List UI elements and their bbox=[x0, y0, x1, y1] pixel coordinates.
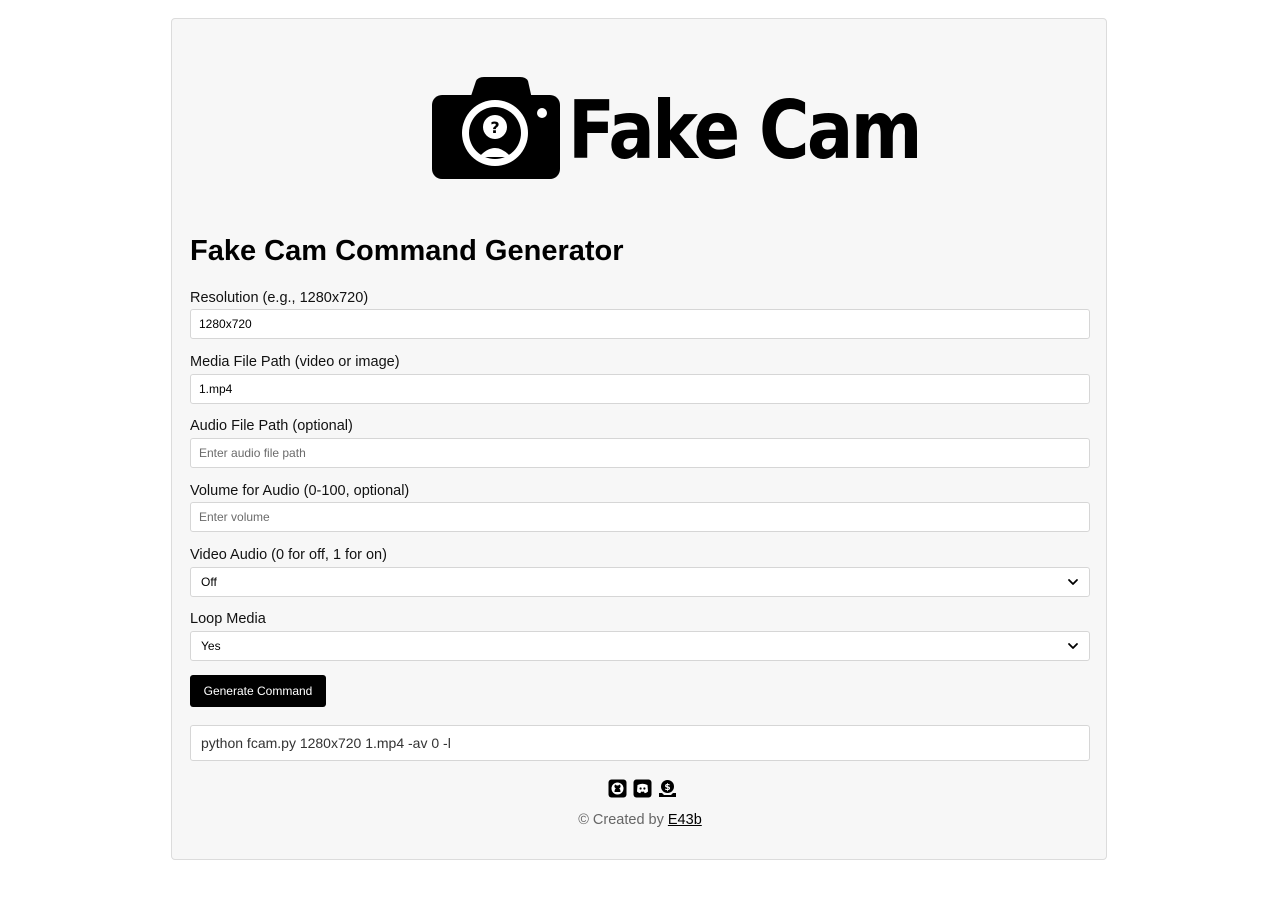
main-card: ? Fake Cam Fake Cam Command Generator Re… bbox=[171, 18, 1107, 860]
logo-text: Fake Cam bbox=[568, 84, 922, 177]
video-audio-select[interactable]: Off bbox=[190, 567, 1090, 597]
audio-path-label: Audio File Path (optional) bbox=[190, 418, 353, 434]
media-path-label: Media File Path (video or image) bbox=[190, 354, 400, 370]
github-icon[interactable] bbox=[608, 779, 627, 798]
generate-command-button[interactable]: Generate Command bbox=[190, 675, 326, 707]
social-links: $ bbox=[608, 779, 677, 799]
volume-input[interactable] bbox=[190, 502, 1090, 532]
resolution-label: Resolution (e.g., 1280x720) bbox=[190, 290, 369, 306]
resolution-input[interactable] bbox=[190, 309, 1090, 339]
svg-text:$: $ bbox=[664, 783, 670, 793]
media-path-input[interactable] bbox=[190, 374, 1090, 404]
volume-label: Volume for Audio (0-100, optional) bbox=[190, 483, 410, 499]
footer: © Created by E43b bbox=[172, 810, 1108, 830]
discord-icon[interactable] bbox=[633, 779, 652, 798]
camera-icon: ? bbox=[432, 77, 560, 179]
author-link[interactable]: E43b bbox=[668, 812, 702, 828]
chevron-down-icon bbox=[1068, 579, 1078, 585]
svg-text:?: ? bbox=[490, 118, 499, 137]
page-title: Fake Cam Command Generator bbox=[190, 235, 624, 267]
chevron-down-icon bbox=[1068, 643, 1078, 649]
loop-media-selected: Yes bbox=[201, 639, 221, 653]
created-by-text: © Created by bbox=[578, 812, 664, 828]
donate-icon[interactable]: $ bbox=[658, 779, 677, 798]
video-audio-label: Video Audio (0 for off, 1 for on) bbox=[190, 547, 387, 563]
loop-media-select[interactable]: Yes bbox=[190, 631, 1090, 661]
command-output[interactable]: python fcam.py 1280x720 1.mp4 -av 0 -l bbox=[190, 725, 1090, 761]
audio-path-input[interactable] bbox=[190, 438, 1090, 468]
video-audio-selected: Off bbox=[201, 575, 217, 589]
fake-cam-logo: ? Fake Cam bbox=[432, 75, 922, 183]
loop-media-label: Loop Media bbox=[190, 611, 266, 627]
